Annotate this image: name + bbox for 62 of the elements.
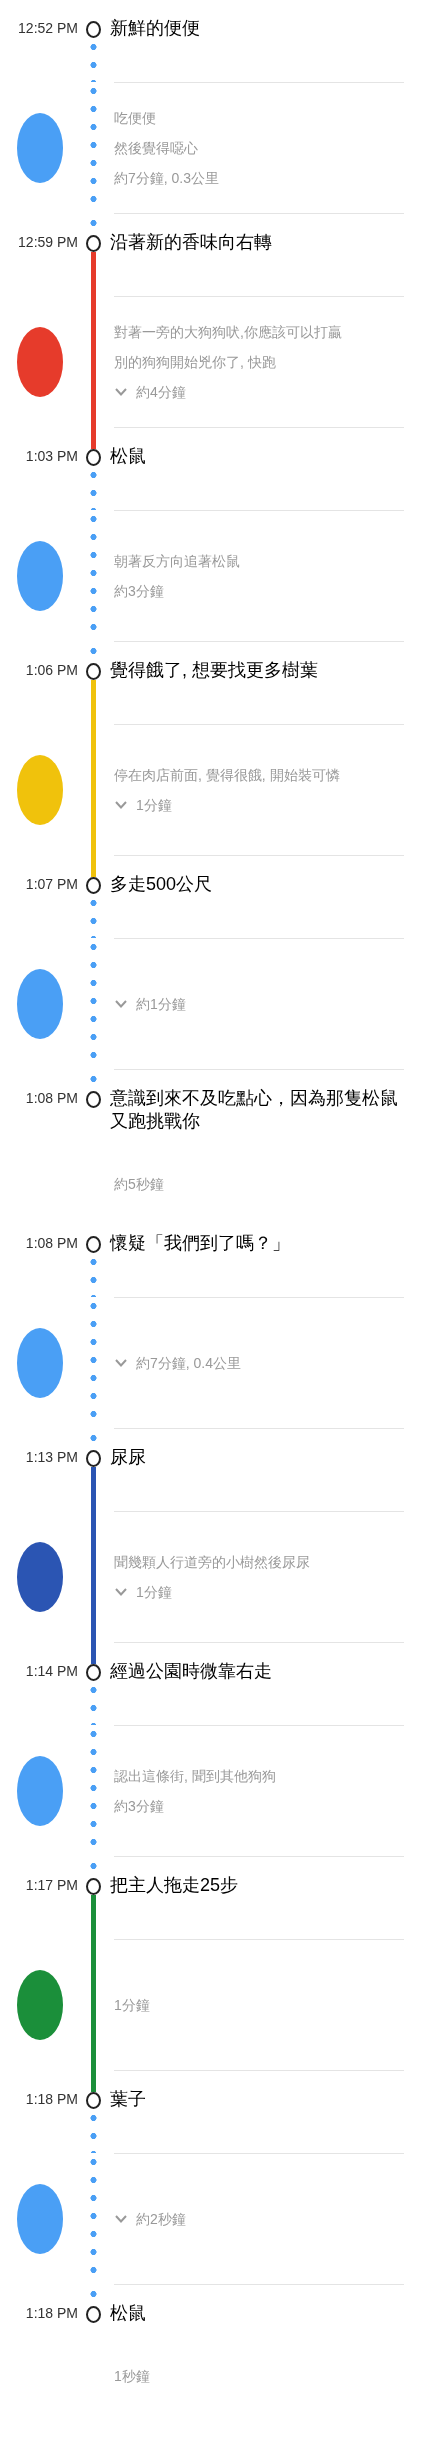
stop-ring-icon [85, 1450, 101, 1467]
stop-time: 1:18 PM [25, 2090, 78, 2108]
stop-time: 1:14 PM [25, 1662, 78, 1680]
stop-ring-icon [85, 235, 101, 252]
stop-title: 新鮮的便便 [109, 17, 201, 40]
segment-duration: 約5秒鐘 [114, 1175, 164, 1193]
segment-description: 對著一旁的大狗狗吠,你應該可以打贏 [114, 323, 343, 341]
chevron-down-icon [114, 1358, 128, 1368]
chevron-down-icon [114, 2214, 128, 2224]
segment-duration: 約3分鐘 [114, 582, 164, 600]
segment-duration: 約7分鐘, 0.3公里 [114, 169, 220, 187]
stop-ring-icon [85, 1878, 101, 1895]
chevron-down-icon [114, 1587, 128, 1597]
chevron-down-icon [114, 800, 128, 810]
stop-time: 12:52 PM [18, 19, 78, 37]
stop-ring-icon [85, 2092, 101, 2109]
stop-ring-icon [85, 877, 101, 894]
stop-title: 意識到來不及吃點心，因為那隻松鼠又跑挑戰你 [109, 1087, 399, 1133]
stop-time: 1:18 PM [25, 2304, 78, 2322]
stop-time: 1:08 PM [25, 1089, 78, 1107]
segment-duration: 1分鐘 [114, 1996, 150, 2014]
duration-toggle[interactable]: 1分鐘 [114, 796, 172, 814]
stop-ring-icon [85, 1091, 101, 1108]
stop-title: 葉子 [109, 2088, 147, 2111]
segment-duration: 約3分鐘 [114, 1797, 164, 1815]
stop-title: 懷疑「我們到了嗎？」 [108, 1232, 291, 1255]
chevron-down-icon [114, 999, 128, 1009]
stop-title: 松鼠 [109, 2302, 147, 2325]
stop-time: 1:03 PM [25, 447, 78, 465]
duration-toggle[interactable]: 約7分鐘, 0.4公里 [114, 1354, 242, 1372]
chevron-down-icon [114, 387, 128, 397]
stop-title: 覺得餓了, 想要找更多樹葉 [109, 659, 319, 682]
stop-ring-icon [85, 449, 101, 466]
segment-description: 朝著反方向追著松鼠 [114, 552, 241, 570]
duration-toggle[interactable]: 約1分鐘 [114, 995, 186, 1013]
stop-title: 尿尿 [109, 1446, 147, 1469]
duration-toggle[interactable]: 約4分鐘 [114, 383, 186, 401]
stop-time: 1:06 PM [25, 661, 78, 679]
stop-ring-icon [85, 21, 101, 38]
stop-title: 把主人拖走25步 [109, 1874, 240, 1897]
stop-time: 1:17 PM [25, 1876, 78, 1894]
stop-ring-icon [85, 2306, 101, 2323]
segment-duration: 1秒鐘 [114, 2367, 150, 2385]
segment-description: 認出這條街, 聞到其他狗狗 [114, 1767, 277, 1785]
stop-time: 1:07 PM [25, 875, 78, 893]
segment-description: 聞幾顆人行道旁的小樹然後尿尿 [114, 1553, 311, 1571]
duration-toggle[interactable]: 1分鐘 [114, 1583, 172, 1601]
stop-ring-icon [85, 663, 101, 680]
stop-time: 1:13 PM [25, 1448, 78, 1466]
stop-ring-icon [85, 1236, 101, 1253]
stop-title: 松鼠 [109, 445, 147, 468]
duration-toggle[interactable]: 約2秒鐘 [114, 2210, 186, 2228]
stop-time: 12:59 PM [18, 233, 78, 251]
stop-ring-icon [85, 1664, 101, 1681]
stop-title: 經過公園時微靠右走 [109, 1660, 273, 1683]
stop-title: 沿著新的香味向右轉 [109, 231, 273, 254]
segment-description: 別的狗狗開始兇你了, 快跑 [114, 353, 277, 371]
stop-time: 1:08 PM [25, 1234, 78, 1252]
segment-description: 吃便便 [114, 109, 157, 127]
segment-description: 然後覺得噁心 [114, 139, 199, 157]
stop-title: 多走500公尺 [109, 873, 214, 896]
segment-description: 停在肉店前面, 覺得很餓, 開始裝可憐 [114, 766, 341, 784]
